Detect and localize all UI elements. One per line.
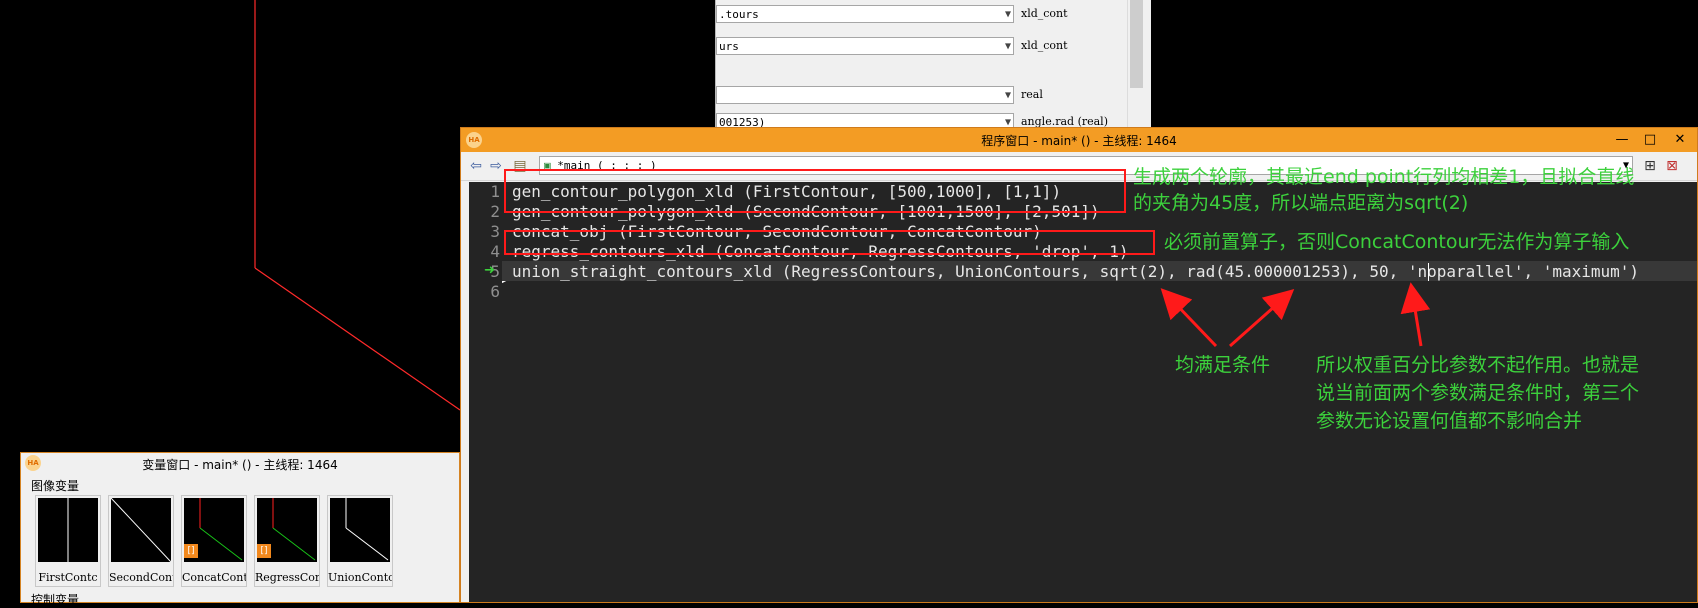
variable-window-title: 变量窗口 - main* () - 主线程: 1464 [142, 458, 338, 472]
arrow-to-50 [1400, 282, 1431, 347]
variable-window-titlebar[interactable]: HA 变量窗口 - main* () - 主线程: 1464 [21, 453, 459, 473]
thumbnail-label: ConcatCont [182, 571, 246, 584]
arrow-to-sqrt [1160, 288, 1218, 348]
variable-thumbnail[interactable]: [] RegressCor [254, 495, 320, 587]
thumbnail-label: RegressCor [255, 571, 319, 584]
thumbnail-label: SecondCont [109, 571, 173, 584]
control-variables-label: 控制变量 [31, 593, 80, 607]
variable-thumbnail[interactable]: [] ConcatCont [181, 495, 247, 587]
arrow-to-rad [1229, 289, 1295, 348]
second-contour-preview [111, 498, 171, 562]
thumbnail-label: UnionContc [328, 571, 392, 584]
thumbnail-label: FirstContc [38, 571, 98, 584]
union-contour-preview [330, 498, 390, 562]
tuple-badge-icon: [] [184, 544, 198, 558]
variable-thumbnail[interactable]: FirstContc [35, 495, 101, 587]
variable-thumbnail[interactable]: SecondCont [108, 495, 174, 587]
image-variables-label: 图像变量 [31, 479, 80, 493]
first-contour-preview [38, 498, 98, 562]
variable-window: HA 变量窗口 - main* () - 主线程: 1464 图像变量 Firs… [20, 452, 460, 607]
tuple-badge-icon: [] [257, 544, 271, 558]
variable-thumbnail[interactable]: UnionContc [327, 495, 393, 587]
